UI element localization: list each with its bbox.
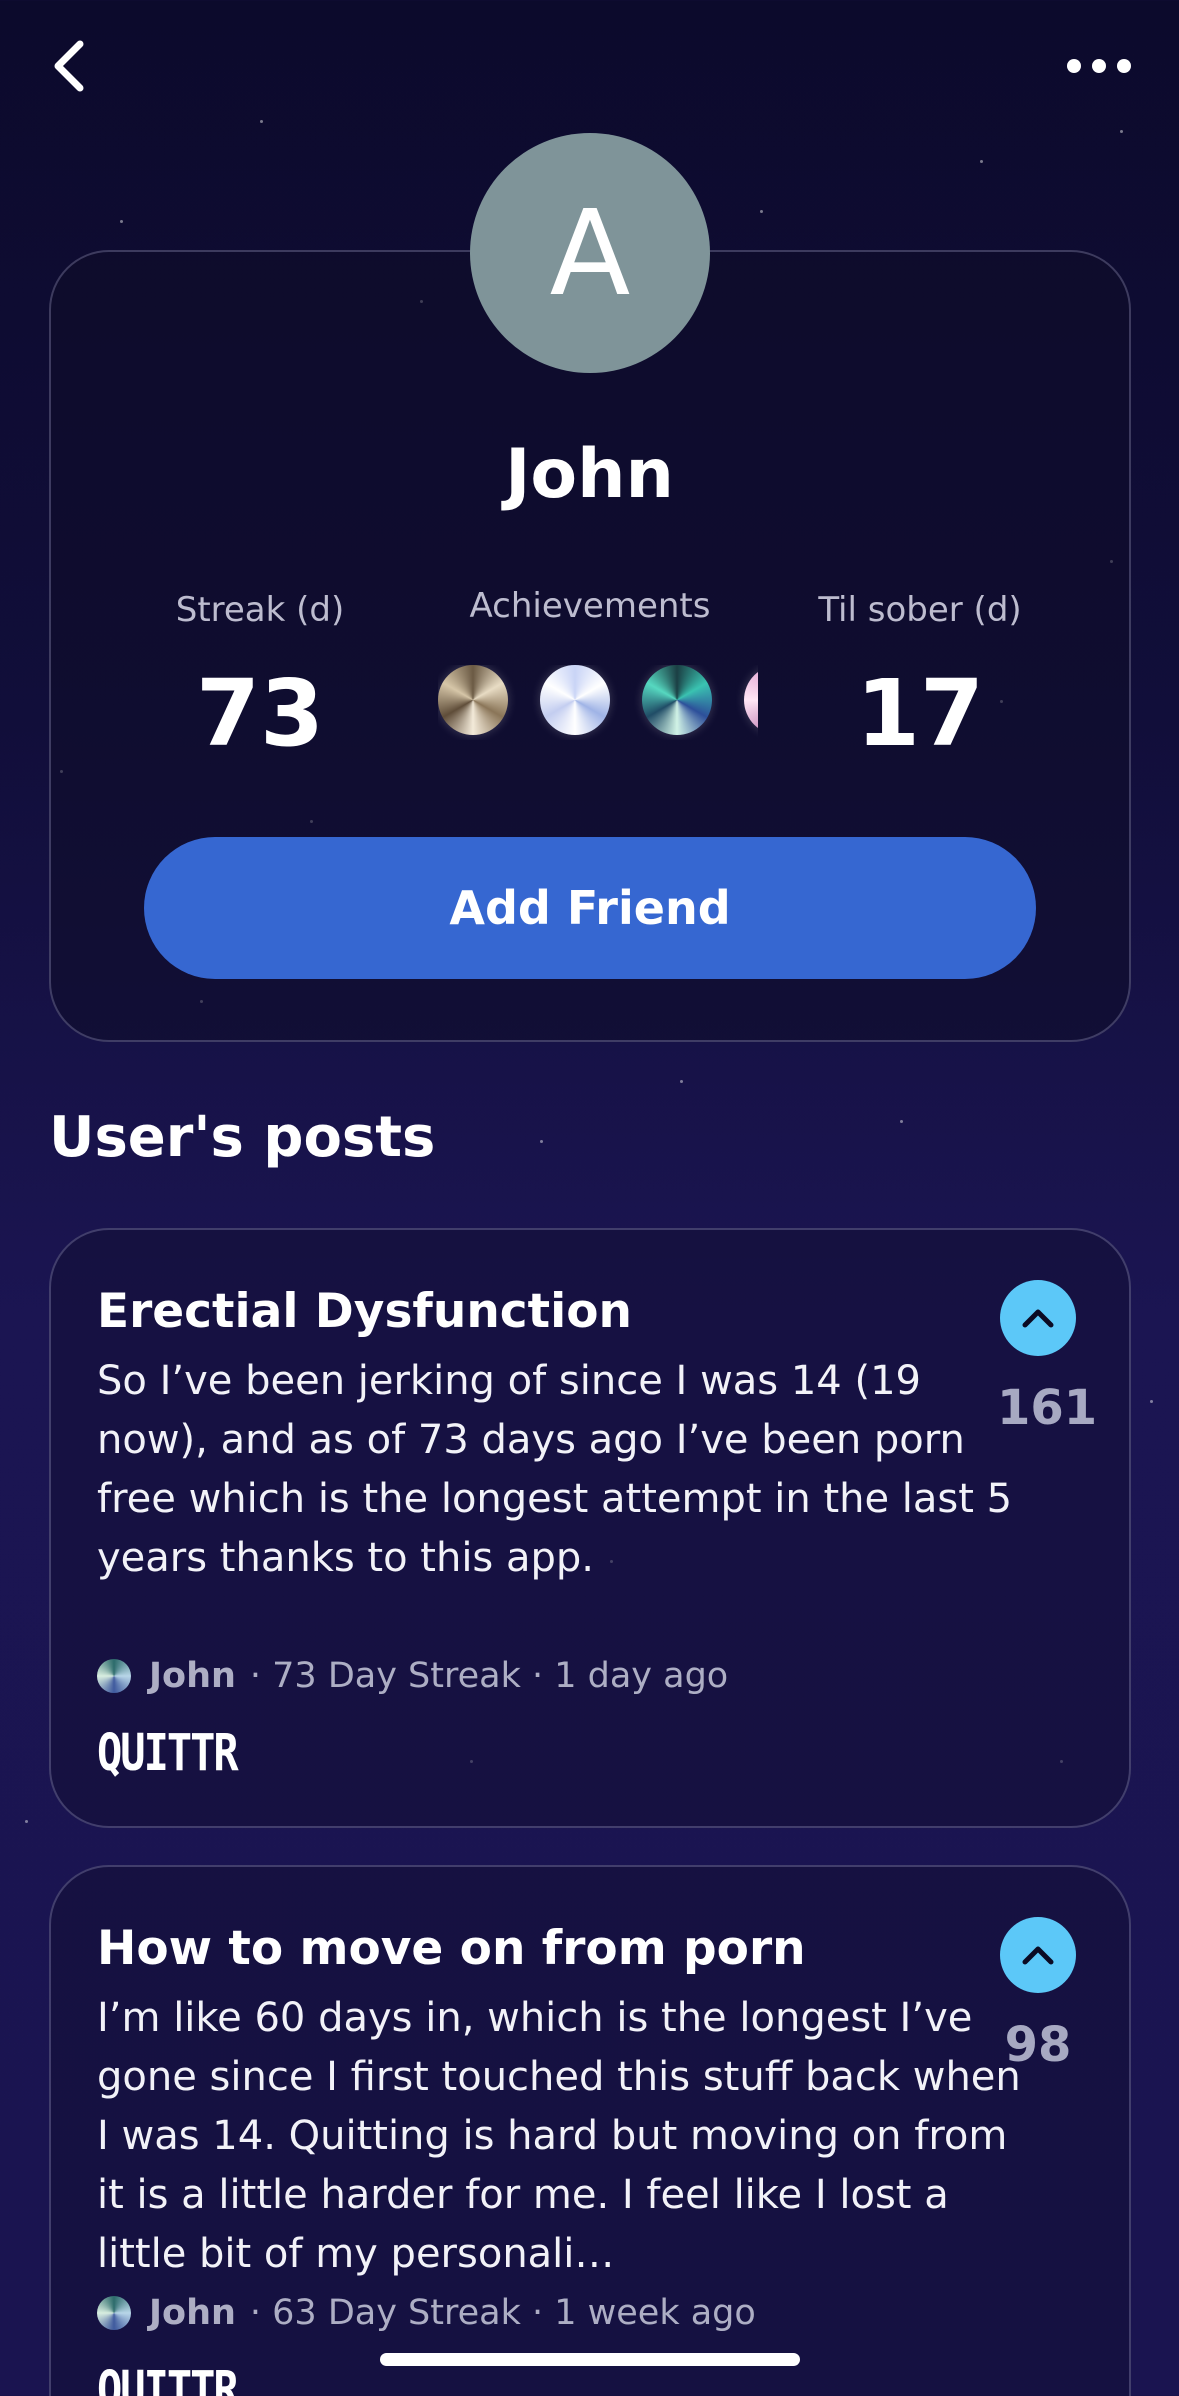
streak-label: Streak (d) (175, 590, 345, 630)
upvote-button[interactable] (1000, 1280, 1076, 1356)
post-details: · 73 Day Streak · 1 day ago (249, 1656, 729, 1696)
achievements-medals[interactable] (438, 665, 758, 740)
post-author[interactable]: John (149, 2293, 236, 2333)
post-meta: John · 73 Day Streak · 1 day ago (97, 1656, 728, 1696)
vote-count: 161 (997, 1380, 1098, 1436)
post-meta: John · 63 Day Streak · 1 week ago (97, 2293, 756, 2333)
back-button[interactable] (40, 36, 100, 96)
brand-logo: QUITTR (97, 2360, 239, 2396)
avatar-letter: A (549, 184, 631, 322)
brand-logo: QUITTR (97, 1723, 239, 1782)
post-title: How to move on from porn (97, 1921, 806, 1976)
post-body: I’m like 60 days in, which is the longes… (97, 1995, 1021, 2277)
post-title: Erectial Dysfunction (97, 1284, 632, 1339)
avatar: A (470, 133, 710, 373)
sober-label: Til sober (d) (818, 590, 1022, 630)
post-card[interactable]: How to move on from porn I’m like 60 day… (49, 1865, 1131, 2396)
profile-name: John (505, 435, 674, 514)
medal-silver-icon[interactable] (540, 665, 610, 735)
chevron-up-icon (1022, 1946, 1054, 1965)
add-friend-button[interactable]: Add Friend (144, 837, 1036, 979)
medal-pink-icon[interactable] (744, 665, 758, 735)
medal-teal-icon[interactable] (642, 665, 712, 735)
author-avatar-icon (97, 1659, 131, 1693)
sober-value: 17 (855, 660, 985, 767)
more-options-button[interactable] (1059, 36, 1139, 96)
streak-value: 73 (195, 660, 325, 767)
post-body: So I’ve been jerking of since I was 14 (… (97, 1358, 1013, 1581)
upvote-button[interactable] (1000, 1917, 1076, 1993)
medal-bronze-icon[interactable] (438, 665, 508, 735)
post-card[interactable]: Erectial Dysfunction So I’ve been jerkin… (49, 1228, 1131, 1828)
chevron-left-icon (54, 40, 84, 92)
home-indicator[interactable] (380, 2353, 800, 2366)
more-horizontal-icon (1067, 59, 1131, 73)
post-details: · 63 Day Streak · 1 week ago (249, 2293, 756, 2333)
section-title: User's posts (49, 1105, 436, 1170)
post-author[interactable]: John (149, 1656, 236, 1696)
author-avatar-icon (97, 2296, 131, 2330)
vote-count: 98 (1004, 2017, 1072, 2073)
chevron-up-icon (1022, 1309, 1054, 1328)
achievements-label: Achievements (469, 586, 711, 626)
